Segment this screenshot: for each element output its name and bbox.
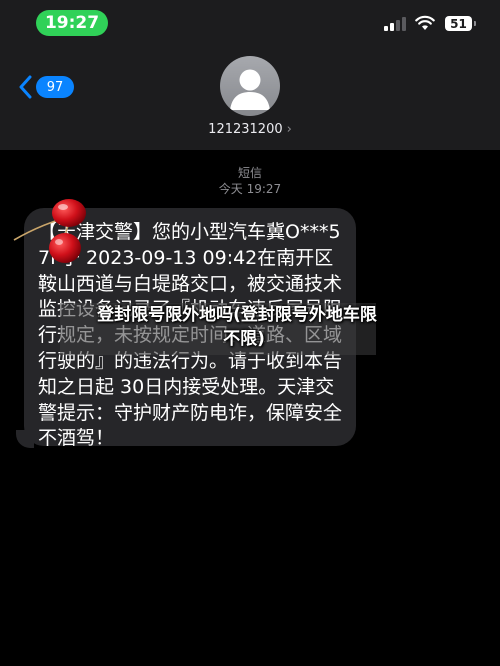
contact-avatar[interactable] [220,56,280,116]
conversation-header: 19:27 51 97 121231200 › [0,0,500,150]
signal-icon [384,17,406,31]
wifi-icon [415,15,435,30]
chevron-right-icon: › [286,122,292,137]
message-service-label: 短信 [237,166,262,180]
overlay-title: 登封限号限外地吗(登封限号外地车限 不限) [52,303,422,351]
overlay-title-line2: 不限) [223,329,265,349]
status-bar: 19:27 51 [0,0,500,46]
battery-tip [474,21,476,26]
overlay-title-line1: 登封限号限外地吗(登封限号外地车限 [97,305,377,325]
contact-name: 121231200 [208,122,283,137]
contact-name-button[interactable]: 121231200 › [150,122,350,137]
cherry-sticker [13,199,86,263]
unread-count-badge: 97 [36,76,74,98]
back-chevron-icon [19,75,32,99]
battery-icon: 51 [445,16,472,31]
status-time[interactable]: 19:27 [36,10,108,36]
back-button[interactable]: 97 [18,72,74,102]
message-bubble-tail [16,430,34,448]
avatar-person-icon [230,69,270,110]
thread-meta: 短信 今天 19:27 [150,165,350,197]
message-timestamp: 今天 19:27 [218,182,282,196]
